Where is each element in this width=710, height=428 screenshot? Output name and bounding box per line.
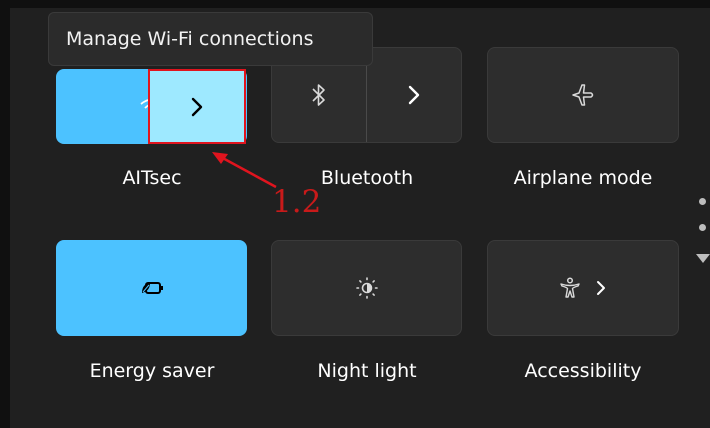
page-dot[interactable]: [699, 224, 706, 231]
page-indicator[interactable]: [696, 194, 710, 274]
night-light-tile[interactable]: [271, 240, 462, 336]
airplane-icon: [572, 84, 594, 106]
night-light-label: Night light: [317, 360, 417, 382]
bluetooth-settings-button[interactable]: [367, 48, 461, 142]
chevron-right-icon: [597, 281, 605, 295]
chevron-right-icon: [408, 85, 420, 105]
energy-saver-label: Energy saver: [89, 360, 215, 382]
accessibility-icon: [560, 277, 580, 298]
wifi-label: AITsec: [122, 167, 182, 189]
bluetooth-icon: [312, 84, 325, 106]
energy-saver-icon: [141, 282, 163, 294]
night-light-icon: [355, 277, 378, 299]
tooltip: Manage Wi-Fi connections: [48, 12, 373, 66]
accessibility-tile[interactable]: [487, 240, 679, 336]
chevron-right-icon: [191, 97, 203, 116]
accessibility-label: Accessibility: [524, 360, 642, 382]
annotation-label: 1.2: [272, 184, 322, 220]
airplane-mode-tile[interactable]: [487, 47, 679, 143]
scroll-down-icon[interactable]: [696, 254, 710, 263]
tooltip-text: Manage Wi-Fi connections: [66, 28, 314, 50]
page-dot[interactable]: [699, 198, 706, 205]
airplane-mode-label: Airplane mode: [513, 167, 653, 189]
energy-saver-tile[interactable]: [56, 240, 247, 336]
manage-wifi-button[interactable]: [148, 69, 246, 144]
